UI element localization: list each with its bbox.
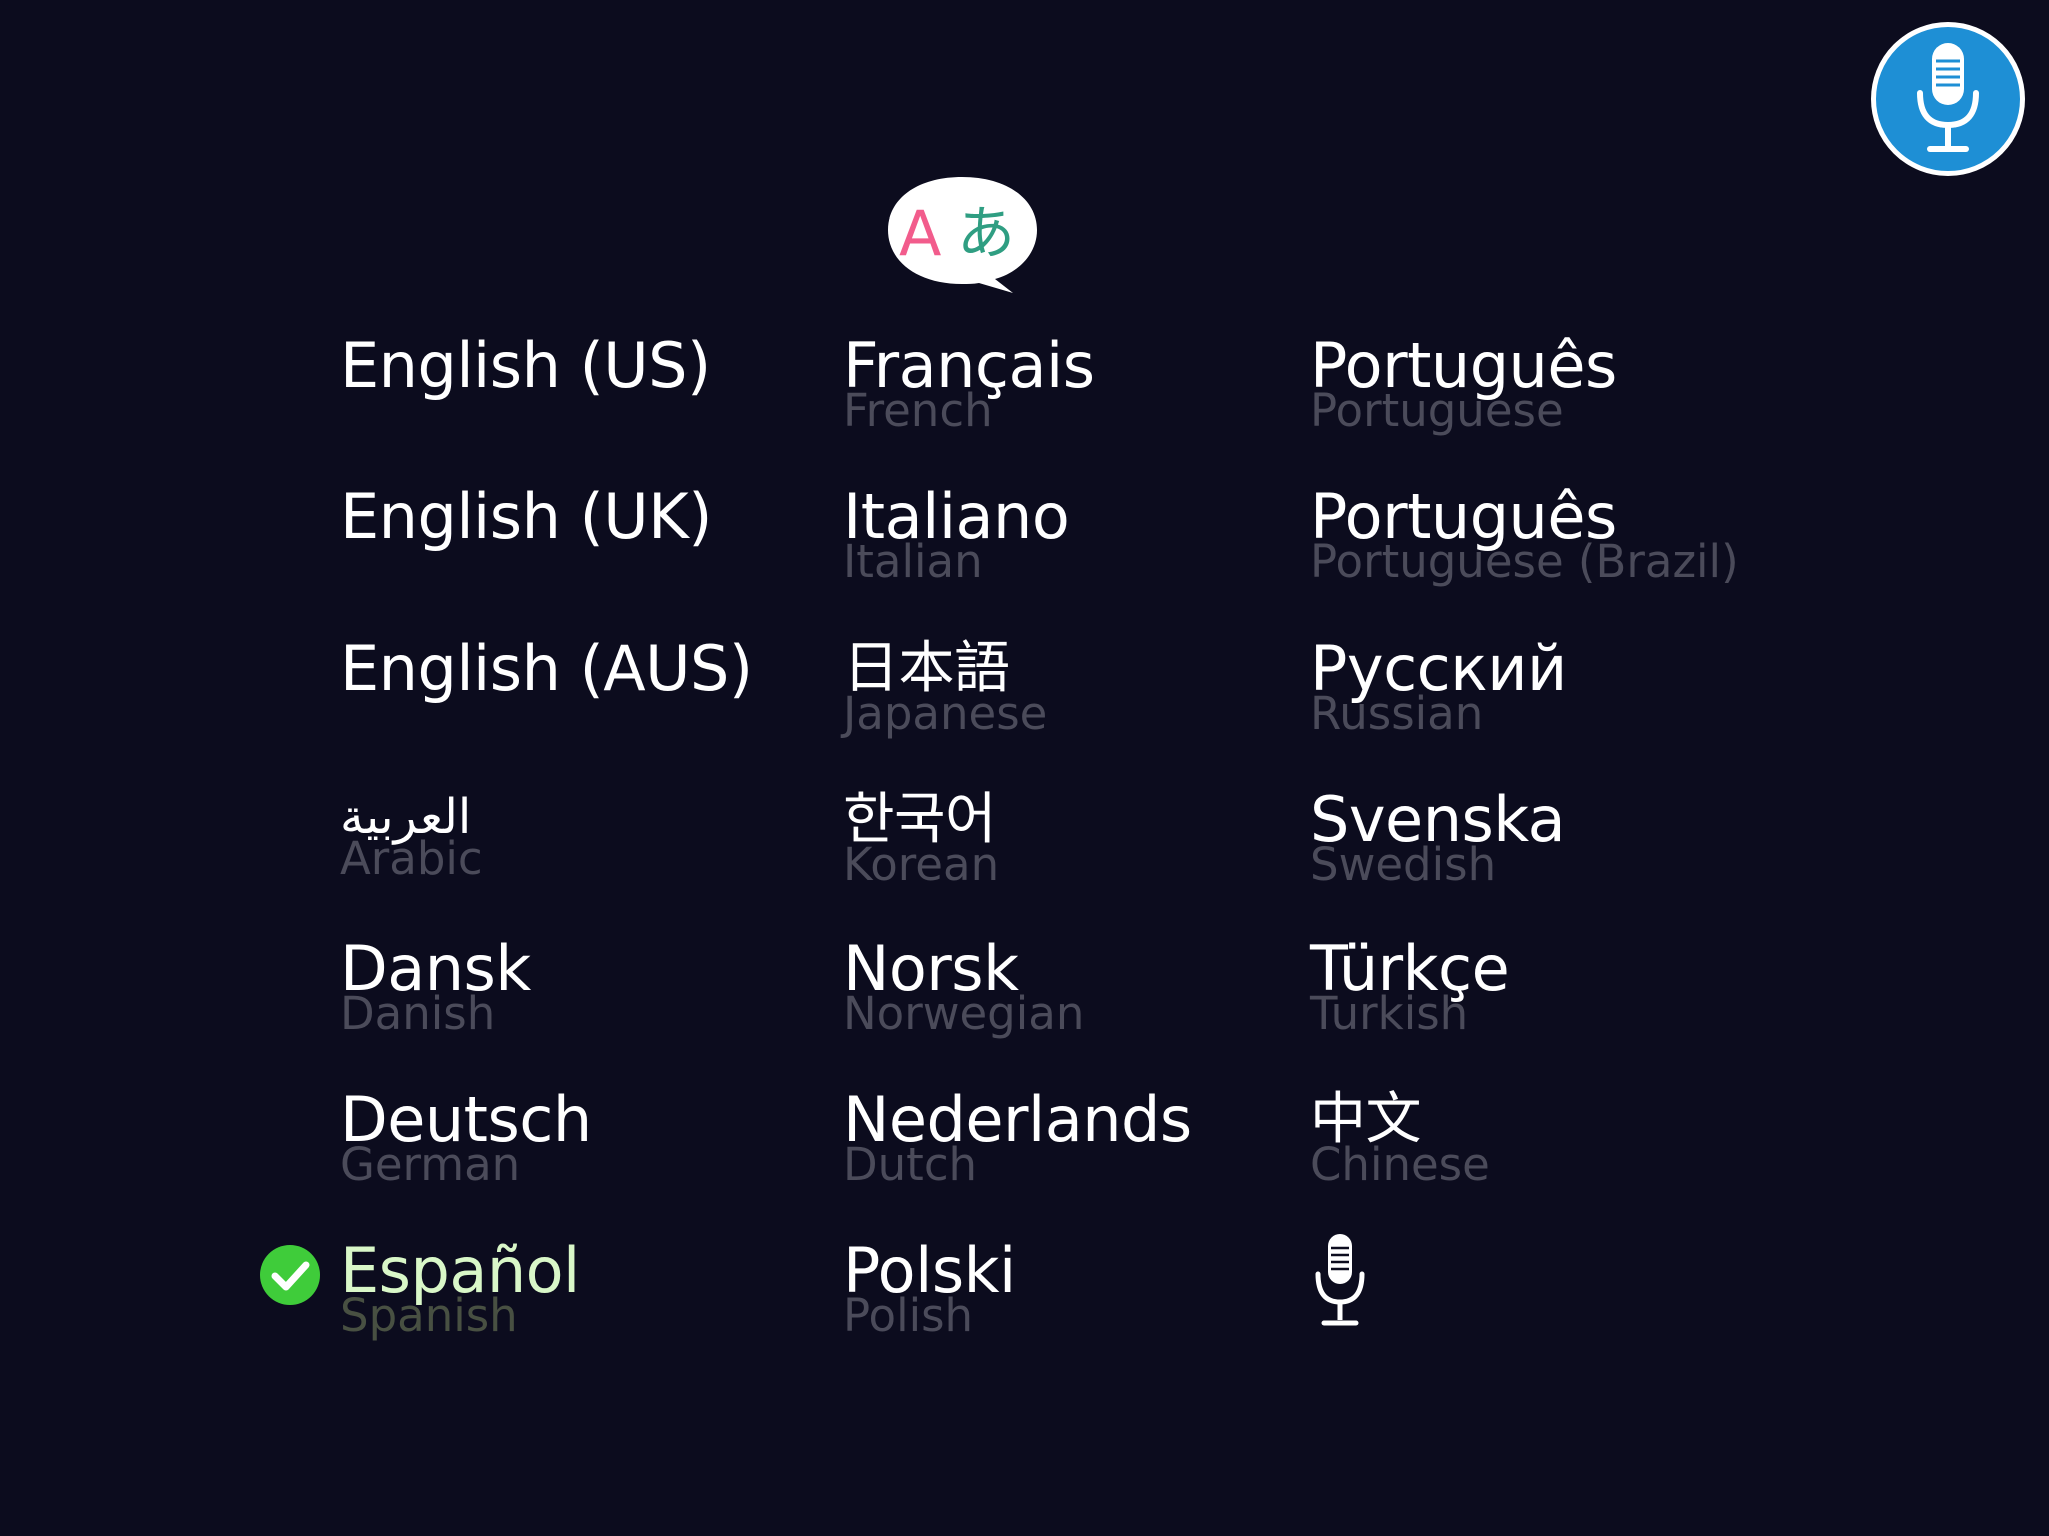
language-native-name: English (AUS) bbox=[340, 632, 753, 705]
language-english-name: Norwegian bbox=[843, 987, 1085, 1040]
language-option-japanese[interactable]: 日本語 Japanese bbox=[843, 633, 1047, 737]
language-option-italian[interactable]: Italiano Italian bbox=[843, 481, 1070, 585]
microphone-icon bbox=[1917, 43, 1979, 152]
microphone-icon[interactable] bbox=[1310, 1232, 1370, 1328]
language-native-name: English (UK) bbox=[340, 480, 713, 553]
language-option-spanish[interactable]: Español Spanish bbox=[260, 1235, 580, 1339]
language-option-dutch[interactable]: Nederlands Dutch bbox=[843, 1084, 1192, 1188]
translate-speech-bubble-icon: A あ bbox=[888, 177, 1037, 293]
language-english-name: Korean bbox=[843, 838, 1000, 891]
language-option-polish[interactable]: Polski Polish bbox=[843, 1235, 1016, 1339]
language-option-chinese[interactable]: 中文 Chinese bbox=[1310, 1084, 1490, 1188]
language-english-name: Chinese bbox=[1310, 1138, 1490, 1191]
microphone-button[interactable] bbox=[1871, 22, 2025, 176]
language-option-norwegian[interactable]: Norsk Norwegian bbox=[843, 933, 1084, 1037]
language-option-portuguese-brazil[interactable]: Português Portuguese (Brazil) bbox=[1310, 481, 1739, 585]
language-option-french[interactable]: Français French bbox=[843, 330, 1095, 434]
language-option-english-us[interactable]: English (US) bbox=[340, 330, 711, 402]
language-option-english-aus[interactable]: English (AUS) bbox=[340, 633, 753, 705]
language-option-german[interactable]: Deutsch German bbox=[340, 1084, 592, 1188]
language-option-turkish[interactable]: Türkçe Turkish bbox=[1310, 933, 1510, 1037]
language-english-name: Arabic bbox=[340, 832, 483, 885]
language-english-name: Japanese bbox=[843, 687, 1048, 740]
language-english-name: Portuguese (Brazil) bbox=[1310, 535, 1739, 588]
svg-text:A: A bbox=[899, 197, 941, 270]
language-option-english-uk[interactable]: English (UK) bbox=[340, 480, 713, 553]
language-option-danish[interactable]: Dansk Danish bbox=[340, 933, 531, 1037]
language-native-name: English (US) bbox=[340, 329, 711, 402]
language-option-korean[interactable]: 한국어 Korean bbox=[843, 784, 999, 888]
svg-text:あ: あ bbox=[957, 199, 1015, 267]
language-option-russian[interactable]: Русский Russian bbox=[1310, 633, 1567, 737]
language-option-portuguese[interactable]: Português Portuguese bbox=[1310, 330, 1617, 434]
language-option-swedish[interactable]: Svenska Swedish bbox=[1310, 784, 1566, 888]
check-circle-icon bbox=[260, 1245, 320, 1305]
language-option-arabic[interactable]: العربية Arabic bbox=[340, 784, 483, 882]
